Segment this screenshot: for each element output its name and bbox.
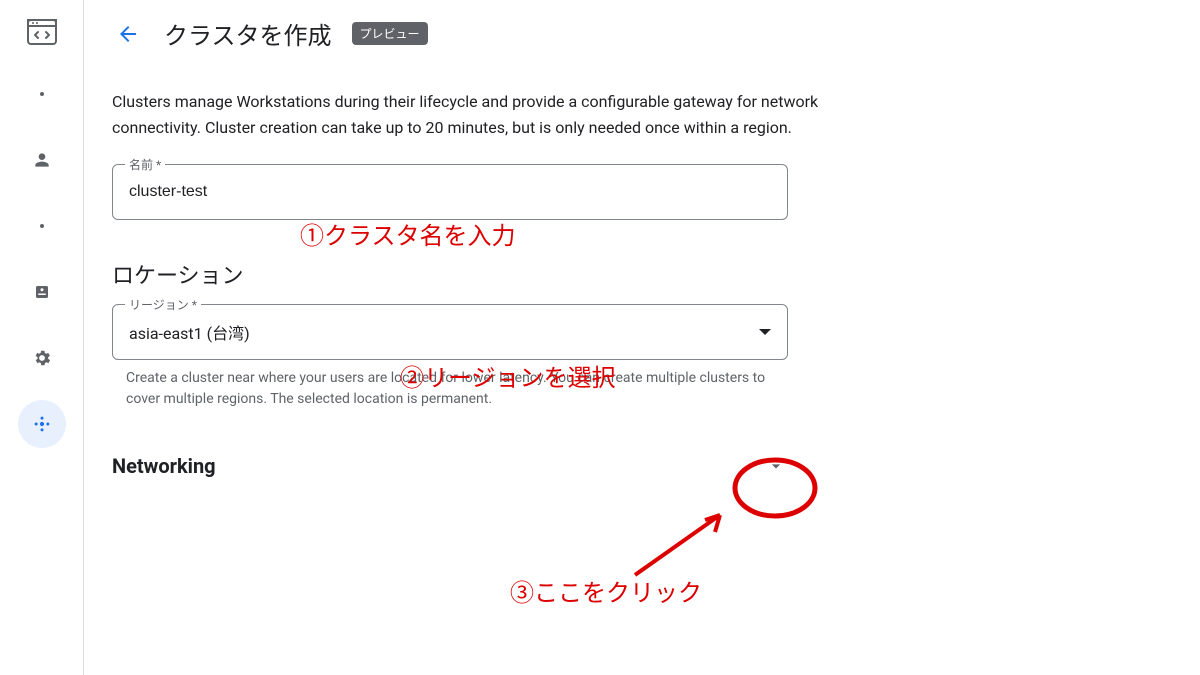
form: Clusters manage Workstations during thei…: [112, 89, 832, 478]
region-select[interactable]: リージョン * asia-east1 (台湾): [112, 304, 788, 360]
region-value: asia-east1 (台湾): [129, 320, 759, 344]
sidebar: [0, 0, 84, 675]
networking-title: Networking: [112, 454, 216, 478]
sidebar-item-settings[interactable]: [18, 334, 66, 382]
person-icon: [32, 150, 52, 170]
name-label: 名前 *: [125, 156, 165, 173]
arrow-left-icon: [116, 22, 140, 46]
preview-badge: プレビュー: [352, 22, 428, 45]
sidebar-item-3[interactable]: [18, 202, 66, 250]
sidebar-item-1[interactable]: [18, 70, 66, 118]
region-label: リージョン *: [125, 296, 201, 313]
page-title: クラスタを作成: [164, 16, 332, 51]
location-section-title: ロケーション: [112, 258, 832, 290]
sidebar-item-storage[interactable]: [18, 268, 66, 316]
sidebar-item-person[interactable]: [18, 136, 66, 184]
gear-icon: [32, 348, 52, 368]
dropdown-caret-icon: [759, 329, 771, 335]
main-content: クラスタを作成 プレビュー Clusters manage Workstatio…: [84, 0, 1200, 675]
name-input[interactable]: [129, 183, 771, 201]
chevron-down-icon: [764, 454, 788, 478]
header: クラスタを作成 プレビュー: [112, 16, 1200, 51]
description-text: Clusters manage Workstations during thei…: [112, 89, 832, 142]
cluster-icon: [32, 414, 52, 434]
back-button[interactable]: [112, 18, 144, 50]
product-logo-icon[interactable]: [22, 12, 62, 52]
name-field[interactable]: 名前 *: [112, 164, 788, 220]
region-helper-text: Create a cluster near where your users a…: [112, 368, 788, 410]
sidebar-item-cluster[interactable]: [18, 400, 66, 448]
storage-icon: [33, 283, 51, 301]
networking-expand[interactable]: Networking: [112, 454, 788, 478]
